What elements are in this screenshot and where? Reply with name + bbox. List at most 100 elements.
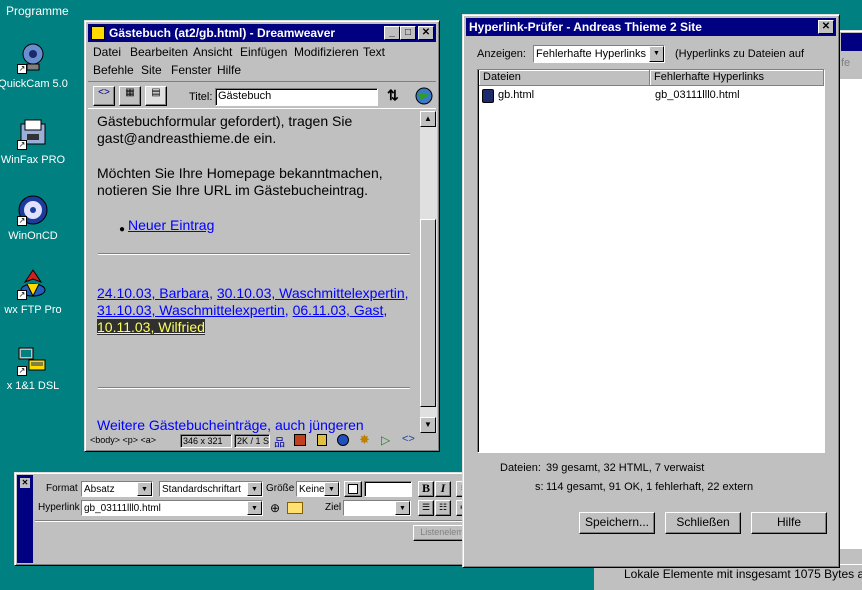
save-button[interactable]: Speichern...	[579, 512, 655, 534]
code-view-button[interactable]: <>	[93, 86, 115, 106]
italic-button[interactable]: I	[435, 481, 451, 497]
help-button[interactable]: Hilfe	[751, 512, 827, 534]
format-select[interactable]: Absatz ▼	[81, 481, 153, 497]
format-value: Absatz	[84, 484, 115, 495]
design-view-button[interactable]: ▤	[145, 86, 167, 106]
size-label: Größe	[266, 483, 295, 494]
title-label: Titel:	[189, 91, 213, 103]
content-paragraph-1-line-1: Gästebuchformular gefordert), tragen Sie	[97, 113, 353, 129]
computer-network-icon: ↗	[17, 344, 49, 376]
html-source-icon[interactable]: <>	[402, 433, 415, 445]
point-to-file-icon[interactable]: ⊕	[270, 501, 280, 515]
menu-item-text[interactable]: Text	[363, 45, 385, 59]
checker-close-button[interactable]: ✕	[818, 20, 834, 34]
preview-globe-icon[interactable]	[415, 87, 433, 105]
menu-item-datei[interactable]: Datei	[93, 45, 121, 59]
target-select[interactable]: ▼	[343, 500, 411, 516]
new-entry-link[interactable]: Neuer Eintrag	[128, 217, 214, 234]
timeline-icon[interactable]: ▷	[381, 433, 390, 447]
bullet-icon: ●	[119, 224, 126, 235]
desktop-icon-wxftp[interactable]: ↗ wx FTP Pro	[0, 268, 73, 316]
desktop-icon-winfax[interactable]: ↗ WinFax PRO	[0, 118, 73, 166]
hyperlink-input[interactable]: gb_03111lll0.html ▼	[81, 500, 263, 516]
text-color-input[interactable]	[364, 481, 412, 497]
results-list[interactable]: Dateien Fehlerhafte Hyperlinks gb.html g…	[477, 69, 825, 453]
show-select[interactable]: Fehlerhafte Hyperlinks ▼	[533, 45, 665, 63]
html-file-icon	[482, 89, 494, 103]
entry-link[interactable]: 24.10.03, Barbara	[97, 285, 209, 301]
menu-item-ansicht[interactable]: Ansicht	[193, 45, 232, 59]
menu-item-hilfe[interactable]: Hilfe	[217, 63, 241, 77]
file-management-icon[interactable]: ⇅	[387, 87, 409, 107]
dreamweaver-app-icon	[91, 26, 105, 40]
entry-link-selected[interactable]: 10.11.03, Wilfried	[97, 319, 205, 335]
entry-link[interactable]: 30.10.03, Waschmittelexpertin	[217, 285, 405, 301]
css-styles-icon[interactable]	[337, 434, 349, 446]
menu-item-einfuegen[interactable]: Einfügen	[240, 45, 287, 59]
site-icon[interactable]: 品	[274, 434, 285, 450]
properties-panel[interactable]: ✕ Format Absatz ▼ Standardschriftart ▼ Grö…	[14, 472, 536, 566]
document-content[interactable]: Gästebuchformular gefordert), tragen Sie…	[88, 111, 420, 433]
result-row[interactable]: gb.html gb_03111lll0.html	[480, 88, 820, 104]
font-select[interactable]: Standardschriftart ▼	[159, 481, 263, 497]
color-swatch-icon	[348, 484, 358, 494]
behaviors-icon[interactable]: ✸	[359, 432, 370, 448]
tag-selector[interactable]: <body> <p> <a>	[90, 435, 156, 445]
desktop-icon-label: QuickCam 5.0	[0, 78, 68, 90]
maximize-button[interactable]: □	[400, 26, 416, 40]
desktop-icon-label: x 1&1 DSL	[6, 380, 60, 392]
html-styles-icon[interactable]	[317, 434, 327, 446]
background-status-text: Lokale Elemente mit insgesamt 1075 Bytes…	[624, 567, 862, 581]
content-paragraph-2-line-1: Möchten Sie Ihre Homepage bekanntmachen,	[97, 165, 383, 181]
menu-item-modifizieren[interactable]: Modifizieren	[294, 45, 359, 59]
scroll-down-button[interactable]: ▼	[420, 417, 436, 433]
entry-separator: ,	[404, 285, 409, 301]
status-bar: <body> <p> <a> 346 x 321 2K / 1 S 品 ✸ ▷ …	[88, 432, 438, 450]
menu-item-site[interactable]: Site	[141, 63, 162, 77]
ordered-list-button[interactable]: ☷	[435, 500, 451, 516]
title-input[interactable]: Gästebuch	[215, 88, 378, 106]
background-window[interactable]: fe	[838, 30, 862, 570]
window-size-value: 346 x 321	[183, 436, 223, 446]
chevron-down-icon: ▼	[247, 501, 262, 515]
dreamweaver-window[interactable]: Gästebuch (at2/gb.html) - Dreamweaver _ …	[84, 20, 440, 452]
desktop-icon-winoncd[interactable]: ↗ WinOnCD	[0, 194, 73, 242]
horizontal-rule-2	[98, 387, 410, 389]
vertical-scrollbar[interactable]: ▲ ▼	[420, 111, 437, 433]
desktop-icon-dsl[interactable]: ↗ x 1&1 DSL	[0, 344, 73, 392]
scroll-thumb[interactable]	[420, 219, 436, 407]
chevron-down-icon: ▼	[324, 482, 339, 496]
split-view-button[interactable]: ▦	[119, 86, 141, 106]
assets-icon[interactable]	[294, 434, 306, 446]
unordered-list-button[interactable]: ☰	[418, 500, 434, 516]
chevron-down-icon: ▼	[649, 46, 664, 62]
text-color-button[interactable]	[344, 481, 362, 497]
panel-close-button[interactable]: ✕	[20, 478, 30, 488]
window-size-selector[interactable]: 346 x 321	[180, 434, 232, 448]
desktop-icon-quickcam[interactable]: ↗ QuickCam 5.0	[0, 42, 73, 90]
close-dialog-button[interactable]: Schließen	[665, 512, 741, 534]
more-entries-link[interactable]: Weitere Gästebucheinträge, auch jüngeren	[97, 417, 364, 433]
ftp-icon: ↗	[17, 268, 49, 300]
close-button[interactable]: ✕	[418, 26, 434, 40]
chevron-down-icon: ▼	[137, 482, 152, 496]
hyperlink-checker-window[interactable]: Hyperlink-Prüfer - Andreas Thieme 2 Site…	[462, 14, 840, 568]
hyperlink-label: Hyperlink	[38, 502, 80, 513]
content-paragraph-2-line-2: notieren Sie Ihre URL im Gästebucheintra…	[97, 182, 369, 198]
minimize-button[interactable]: _	[384, 26, 400, 40]
webcam-icon: ↗	[17, 42, 49, 74]
scroll-up-button[interactable]: ▲	[420, 111, 436, 127]
entry-link[interactable]: 31.10.03, Waschmittelexpertin	[97, 302, 285, 318]
column-header-files[interactable]: Dateien	[479, 70, 650, 86]
menu-item-fenster[interactable]: Fenster	[171, 63, 212, 77]
files-stats: 39 gesamt, 32 HTML, 7 verwaist	[546, 462, 705, 474]
menu-item-bearbeiten[interactable]: Bearbeiten	[130, 45, 188, 59]
bold-button[interactable]: B	[418, 481, 434, 497]
browse-folder-icon[interactable]	[287, 502, 303, 514]
column-header-broken[interactable]: Fehlerhafte Hyperlinks	[650, 70, 824, 86]
links-stats-label: s:	[535, 481, 544, 493]
menu-item-befehle[interactable]: Befehle	[93, 63, 134, 77]
entry-link[interactable]: 06.11.03, Gast	[293, 302, 384, 318]
background-window-text: fe	[841, 57, 851, 69]
size-select[interactable]: Keine ▼	[296, 481, 340, 497]
